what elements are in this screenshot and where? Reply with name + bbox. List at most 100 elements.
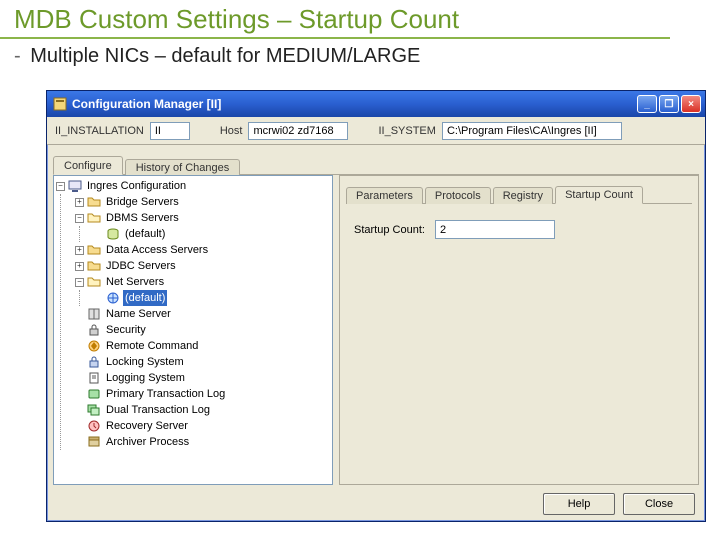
startup-form: Startup Count:	[340, 204, 698, 255]
tab-protocols[interactable]: Protocols	[425, 187, 491, 204]
detail-panel: Parameters Protocols Registry Startup Co…	[339, 175, 699, 485]
tree-label: Bridge Servers	[104, 194, 181, 210]
label-installation: II_INSTALLATION	[55, 125, 144, 137]
button-bar: Help Close	[543, 493, 695, 515]
tab-registry[interactable]: Registry	[493, 187, 553, 204]
tree-label: Name Server	[104, 306, 173, 322]
tab-configure[interactable]: Configure	[53, 156, 123, 175]
lock-icon	[87, 323, 101, 337]
tree-node-net[interactable]: − Net Servers	[75, 274, 330, 290]
folder-icon	[87, 259, 101, 273]
close-window-button[interactable]: ×	[681, 95, 701, 113]
tree-node-bridge[interactable]: + Bridge Servers	[75, 194, 330, 210]
tree-node-dbms-default[interactable]: (default)	[94, 226, 330, 242]
tree-node-jdbc[interactable]: + JDBC Servers	[75, 258, 330, 274]
tree-label: Remote Command	[104, 338, 200, 354]
tree-node-remote-command[interactable]: Remote Command	[75, 338, 330, 354]
tree-label: Net Servers	[104, 274, 166, 290]
tree-node-locking[interactable]: Locking System	[75, 354, 330, 370]
spacer-icon	[75, 422, 84, 431]
tree-label-selected: (default)	[123, 290, 167, 306]
tree-node-dual-log[interactable]: Dual Transaction Log	[75, 402, 330, 418]
expand-icon[interactable]: +	[75, 198, 84, 207]
spacer-icon	[75, 342, 84, 351]
tree-label: Security	[104, 322, 148, 338]
config-manager-window: Configuration Manager [II] _ ❐ × II_INST…	[46, 90, 706, 522]
tree-node-data-access[interactable]: + Data Access Servers	[75, 242, 330, 258]
tree-label: DBMS Servers	[104, 210, 181, 226]
tree-node-archiver[interactable]: Archiver Process	[75, 434, 330, 450]
database-icon	[106, 227, 120, 241]
help-button[interactable]: Help	[543, 493, 615, 515]
net-icon	[106, 291, 120, 305]
window-buttons: _ ❐ ×	[637, 95, 701, 113]
main-tabstrip: Configure History of Changes	[53, 151, 699, 175]
tree-node-dbms[interactable]: − DBMS Servers	[75, 210, 330, 226]
folder-icon	[87, 243, 101, 257]
tree-label: Locking System	[104, 354, 186, 370]
tree-label: Primary Transaction Log	[104, 386, 227, 402]
log-icon	[87, 371, 101, 385]
app-icon	[53, 97, 67, 111]
tree-label: Logging System	[104, 370, 187, 386]
value-installation: II	[150, 122, 190, 140]
tree-node-primary-log[interactable]: Primary Transaction Log	[75, 386, 330, 402]
tree-label: Data Access Servers	[104, 242, 210, 258]
tab-history[interactable]: History of Changes	[125, 159, 241, 176]
folder-open-icon	[87, 211, 101, 225]
collapse-icon[interactable]: −	[75, 278, 84, 287]
restore-button[interactable]: ❐	[659, 95, 679, 113]
tree-label: Archiver Process	[104, 434, 191, 450]
slide-subtitle-text: Multiple NICs – default for MEDIUM/LARGE	[30, 45, 420, 67]
collapse-icon[interactable]: −	[75, 214, 84, 223]
bullet-dash: -	[14, 45, 21, 67]
tree-node-net-default[interactable]: (default)	[94, 290, 330, 306]
collapse-icon[interactable]: −	[56, 182, 65, 191]
tree-node-name-server[interactable]: Name Server	[75, 306, 330, 322]
tree-node-root[interactable]: − Ingres Configuration	[56, 178, 330, 194]
tab-parameters[interactable]: Parameters	[346, 187, 423, 204]
panel-row: − Ingres Configuration + Bridge Servers …	[53, 175, 699, 485]
info-toolbar: II_INSTALLATION II Host mcrwi02 zd7168 I…	[47, 117, 705, 145]
window-title: Configuration Manager [II]	[72, 97, 637, 111]
tree-label: JDBC Servers	[104, 258, 178, 274]
padlock-icon	[87, 355, 101, 369]
tree-node-security[interactable]: Security	[75, 322, 330, 338]
spacer-icon	[75, 390, 84, 399]
titlebar[interactable]: Configuration Manager [II] _ ❐ ×	[47, 91, 705, 117]
tree-label: Recovery Server	[104, 418, 190, 434]
label-host: Host	[220, 125, 243, 137]
archive-icon	[87, 435, 101, 449]
close-button[interactable]: Close	[623, 493, 695, 515]
detail-tabstrip: Parameters Protocols Registry Startup Co…	[346, 182, 692, 204]
folder-open-icon	[87, 275, 101, 289]
minimize-button[interactable]: _	[637, 95, 657, 113]
spacer-icon	[94, 230, 103, 239]
tree-label: Ingres Configuration	[85, 178, 188, 194]
label-system: II_SYSTEM	[378, 125, 435, 137]
computer-icon	[68, 179, 82, 193]
tree-label: (default)	[123, 226, 167, 242]
spacer-icon	[94, 294, 103, 303]
tree-node-logging[interactable]: Logging System	[75, 370, 330, 386]
tab-startup-count[interactable]: Startup Count	[555, 186, 643, 204]
spacer-icon	[75, 374, 84, 383]
spacer-icon	[75, 326, 84, 335]
spacer-icon	[75, 406, 84, 415]
label-startup-count: Startup Count:	[354, 224, 425, 236]
disk-icon	[87, 387, 101, 401]
expand-icon[interactable]: +	[75, 262, 84, 271]
spacer-icon	[75, 438, 84, 447]
spacer-icon	[75, 358, 84, 367]
config-tree[interactable]: − Ingres Configuration + Bridge Servers …	[53, 175, 333, 485]
expand-icon[interactable]: +	[75, 246, 84, 255]
spacer-icon	[75, 310, 84, 319]
startup-count-input[interactable]	[435, 220, 555, 239]
book-icon	[87, 307, 101, 321]
slide-subtitle: - Multiple NICs – default for MEDIUM/LAR…	[0, 39, 720, 74]
tree-node-recovery[interactable]: Recovery Server	[75, 418, 330, 434]
slide-title: MDB Custom Settings – Startup Count	[0, 0, 670, 39]
disk2-icon	[87, 403, 101, 417]
remote-icon	[87, 339, 101, 353]
recovery-icon	[87, 419, 101, 433]
